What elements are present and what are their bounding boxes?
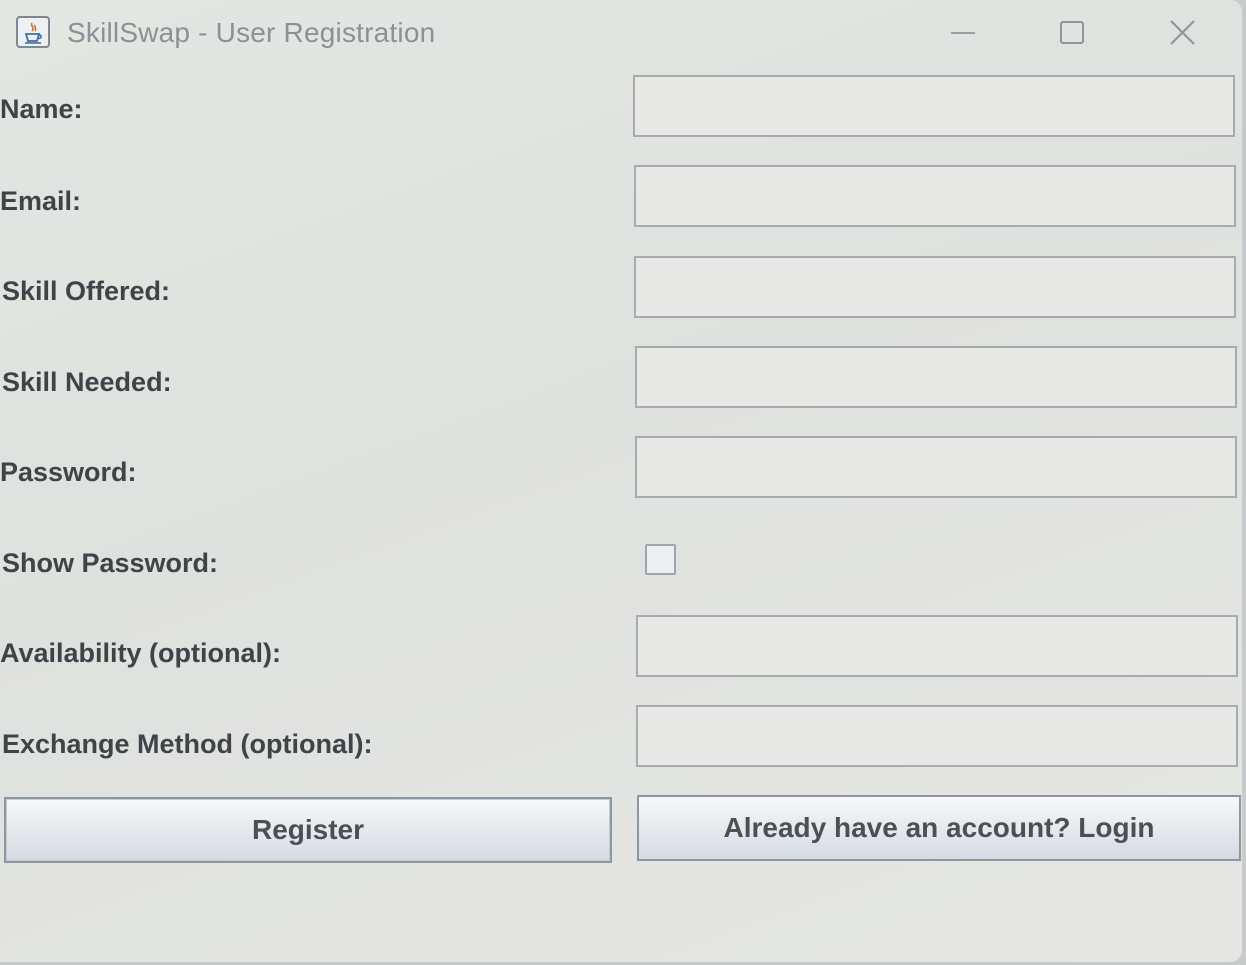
email-input[interactable] bbox=[634, 165, 1236, 227]
registration-window: SkillSwap - User Registration Name: Emai… bbox=[0, 0, 1242, 962]
skill-offered-input[interactable] bbox=[634, 256, 1236, 318]
title-bar[interactable]: SkillSwap - User Registration bbox=[0, 0, 1242, 66]
skill-needed-label: Skill Needed: bbox=[2, 367, 172, 397]
exchange-method-label: Exchange Method (optional): bbox=[2, 729, 373, 759]
name-label: Name: bbox=[0, 94, 83, 124]
show-password-label: Show Password: bbox=[2, 548, 219, 578]
minimize-icon bbox=[951, 32, 975, 34]
password-label: Password: bbox=[0, 457, 137, 487]
register-button[interactable]: Register bbox=[4, 797, 612, 863]
password-input[interactable] bbox=[635, 436, 1237, 498]
availability-label: Availability (optional): bbox=[0, 638, 282, 668]
login-link-button[interactable]: Already have an account? Login bbox=[637, 795, 1241, 861]
skill-offered-label: Skill Offered: bbox=[2, 276, 171, 306]
close-icon bbox=[1170, 20, 1195, 45]
maximize-button[interactable] bbox=[1049, 14, 1095, 54]
minimize-button[interactable] bbox=[940, 14, 986, 54]
email-label: Email: bbox=[0, 186, 82, 216]
close-button[interactable] bbox=[1160, 14, 1206, 54]
skill-needed-input[interactable] bbox=[635, 346, 1237, 408]
window-title: SkillSwap - User Registration bbox=[67, 17, 436, 48]
show-password-checkbox[interactable] bbox=[645, 544, 676, 575]
exchange-method-input[interactable] bbox=[636, 705, 1238, 767]
availability-input[interactable] bbox=[636, 615, 1238, 677]
java-cup-icon bbox=[16, 16, 50, 48]
maximize-icon bbox=[1060, 21, 1084, 44]
name-input[interactable] bbox=[633, 75, 1235, 137]
